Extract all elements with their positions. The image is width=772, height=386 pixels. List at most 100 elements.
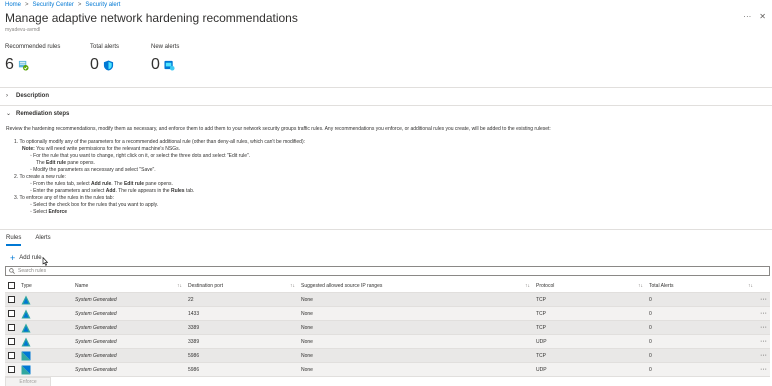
breadcrumb-separator: > — [77, 2, 82, 8]
step-text: The — [36, 160, 47, 166]
tab-rules[interactable]: Rules — [6, 235, 22, 246]
enforce-button[interactable]: Enforce — [5, 377, 51, 386]
row-name: System Generated — [75, 310, 117, 317]
row-checkbox[interactable] — [7, 366, 15, 373]
row-alerts: 0 — [649, 296, 652, 303]
remediation-step-2: 2. To create a new rule: — [14, 174, 66, 180]
sort-icon[interactable]: ↑↓ — [525, 283, 530, 289]
header-protocol[interactable]: Protocol — [536, 283, 554, 289]
row-more-icon[interactable]: ··· — [757, 366, 770, 373]
section-description[interactable]: › Description — [6, 93, 49, 99]
breadcrumb-security-center[interactable]: Security Center — [33, 2, 74, 8]
row-source: None — [301, 324, 313, 331]
stat-label: New alerts — [151, 44, 180, 50]
row-alerts: 0 — [649, 366, 652, 373]
breadcrumb-home[interactable]: Home — [5, 2, 21, 8]
breadcrumb-security-alert[interactable]: Security alert — [85, 2, 120, 8]
row-alerts: 0 — [649, 352, 652, 359]
sort-icon[interactable]: ↑↓ — [638, 283, 643, 289]
remediation-steps: Review the hardening recommendations, mo… — [6, 126, 766, 216]
step-text: Select — [33, 209, 49, 215]
header-total-alerts[interactable]: Total Alerts — [649, 283, 673, 289]
row-checkbox[interactable] — [7, 352, 15, 359]
header-name[interactable]: Name — [75, 283, 88, 289]
step-text: tab. — [184, 188, 195, 194]
row-more-icon[interactable]: ··· — [757, 352, 770, 359]
row-more-icon[interactable]: ··· — [757, 310, 770, 317]
mouse-pointer-icon — [42, 257, 48, 266]
step-bold: Add rule — [90, 181, 112, 187]
table-header: Type Name ↑↓ Destination port ↑↓ Suggested… — [5, 279, 770, 293]
row-source: None — [301, 310, 313, 317]
row-port: 5986 — [188, 352, 200, 359]
row-more-icon[interactable]: ··· — [757, 338, 770, 345]
table-row[interactable]: System Generated 3389 None UDP 0 ··· — [5, 335, 770, 349]
table-row[interactable]: System Generated 5986 None UDP 0 ··· — [5, 363, 770, 377]
row-checkbox[interactable] — [7, 296, 15, 303]
remediation-step-1b: ◦ Modify the parameters as necessary and… — [30, 167, 156, 173]
step-1b-text: Modify the parameters as necessary and s… — [33, 167, 156, 173]
row-port: 22 — [188, 296, 194, 303]
step-bold: Enforce — [48, 209, 68, 215]
row-checkbox[interactable] — [7, 310, 15, 317]
remediation-note: Note: You will need write permissions fo… — [6, 146, 766, 153]
stat-new-alerts: New alerts 0 — [151, 44, 179, 74]
divider — [0, 87, 772, 88]
header-type[interactable]: Type — [21, 283, 32, 289]
table-row[interactable]: System Generated 5986 None TCP 0 ··· — [5, 349, 770, 363]
row-port: 5986 — [188, 366, 200, 373]
shield-icon — [103, 59, 113, 71]
sort-icon[interactable]: ↑↓ — [290, 283, 295, 289]
divider — [0, 105, 772, 106]
more-options-icon[interactable]: ··· — [743, 12, 751, 21]
row-more-icon[interactable]: ··· — [757, 324, 770, 331]
section-remediation[interactable]: ⌄ Remediation steps — [6, 110, 70, 118]
add-rule-button[interactable]: + Add rule — [10, 254, 42, 263]
add-rule-label: Add rule — [19, 255, 42, 261]
step-text: From the rules tab, select — [33, 181, 91, 187]
row-name: System Generated — [75, 352, 117, 359]
search-box[interactable]: Search rules — [5, 266, 770, 276]
sort-icon[interactable]: ↑↓ — [177, 283, 182, 289]
tab-alerts[interactable]: Alerts — [35, 235, 50, 246]
row-source: None — [301, 366, 313, 373]
header-source-ip-ranges[interactable]: Suggested allowed source IP ranges — [301, 283, 382, 289]
row-checkbox[interactable] — [7, 338, 15, 345]
select-all-checkbox[interactable] — [7, 282, 15, 289]
header-destination-port[interactable]: Destination port — [188, 283, 223, 289]
row-protocol: UDP — [536, 366, 547, 373]
row-protocol: UDP — [536, 338, 547, 345]
remediation-step-3b: ◦ Select Enforce — [30, 209, 68, 215]
row-protocol: TCP — [536, 310, 546, 317]
breadcrumb: Home > Security Center > Security alert — [5, 2, 120, 8]
step-text: Select the check box for the rules that … — [33, 202, 159, 208]
step-text: pane opens. — [66, 160, 95, 166]
page-subtitle: myadevu-avmdl — [5, 27, 41, 33]
stat-value: 6 — [5, 56, 14, 73]
network-rules-check-icon — [18, 60, 29, 71]
step-bold: Edit rule — [123, 181, 144, 187]
allow-rule-icon — [21, 295, 31, 304]
row-more-icon[interactable]: ··· — [757, 296, 770, 303]
search-input-placeholder: Search rules — [18, 268, 47, 274]
note-label: Note: — [22, 146, 35, 152]
remediation-step-3a: ◦ Select the check box for the rules tha… — [30, 202, 159, 208]
row-name: System Generated — [75, 324, 117, 331]
section-remediation-label: Remediation steps — [16, 110, 70, 117]
step-bold: Edit rule — [46, 160, 67, 166]
step-1a-text: For the rule that you want to change, ri… — [33, 153, 251, 159]
table-row[interactable]: System Generated 1433 None TCP 0 ··· — [5, 307, 770, 321]
breadcrumb-separator: > — [25, 2, 29, 8]
new-alert-icon — [164, 60, 175, 71]
allow-rule-icon — [21, 309, 31, 318]
table-row[interactable]: System Generated 3389 None TCP 0 ··· — [5, 321, 770, 335]
sort-icon[interactable]: ↑↓ — [748, 283, 753, 289]
row-checkbox[interactable] — [7, 324, 15, 331]
close-icon[interactable]: ✕ — [759, 12, 766, 21]
page-title: Manage adaptive network hardening recomm… — [5, 11, 298, 25]
allow-rule-icon — [21, 337, 31, 346]
table-row[interactable]: System Generated 22 None TCP 0 ··· — [5, 293, 770, 307]
row-source: None — [301, 352, 313, 359]
remediation-step-1a: ◦ For the rule that you want to change, … — [30, 153, 251, 159]
stat-label: Recommended rules — [5, 44, 61, 50]
